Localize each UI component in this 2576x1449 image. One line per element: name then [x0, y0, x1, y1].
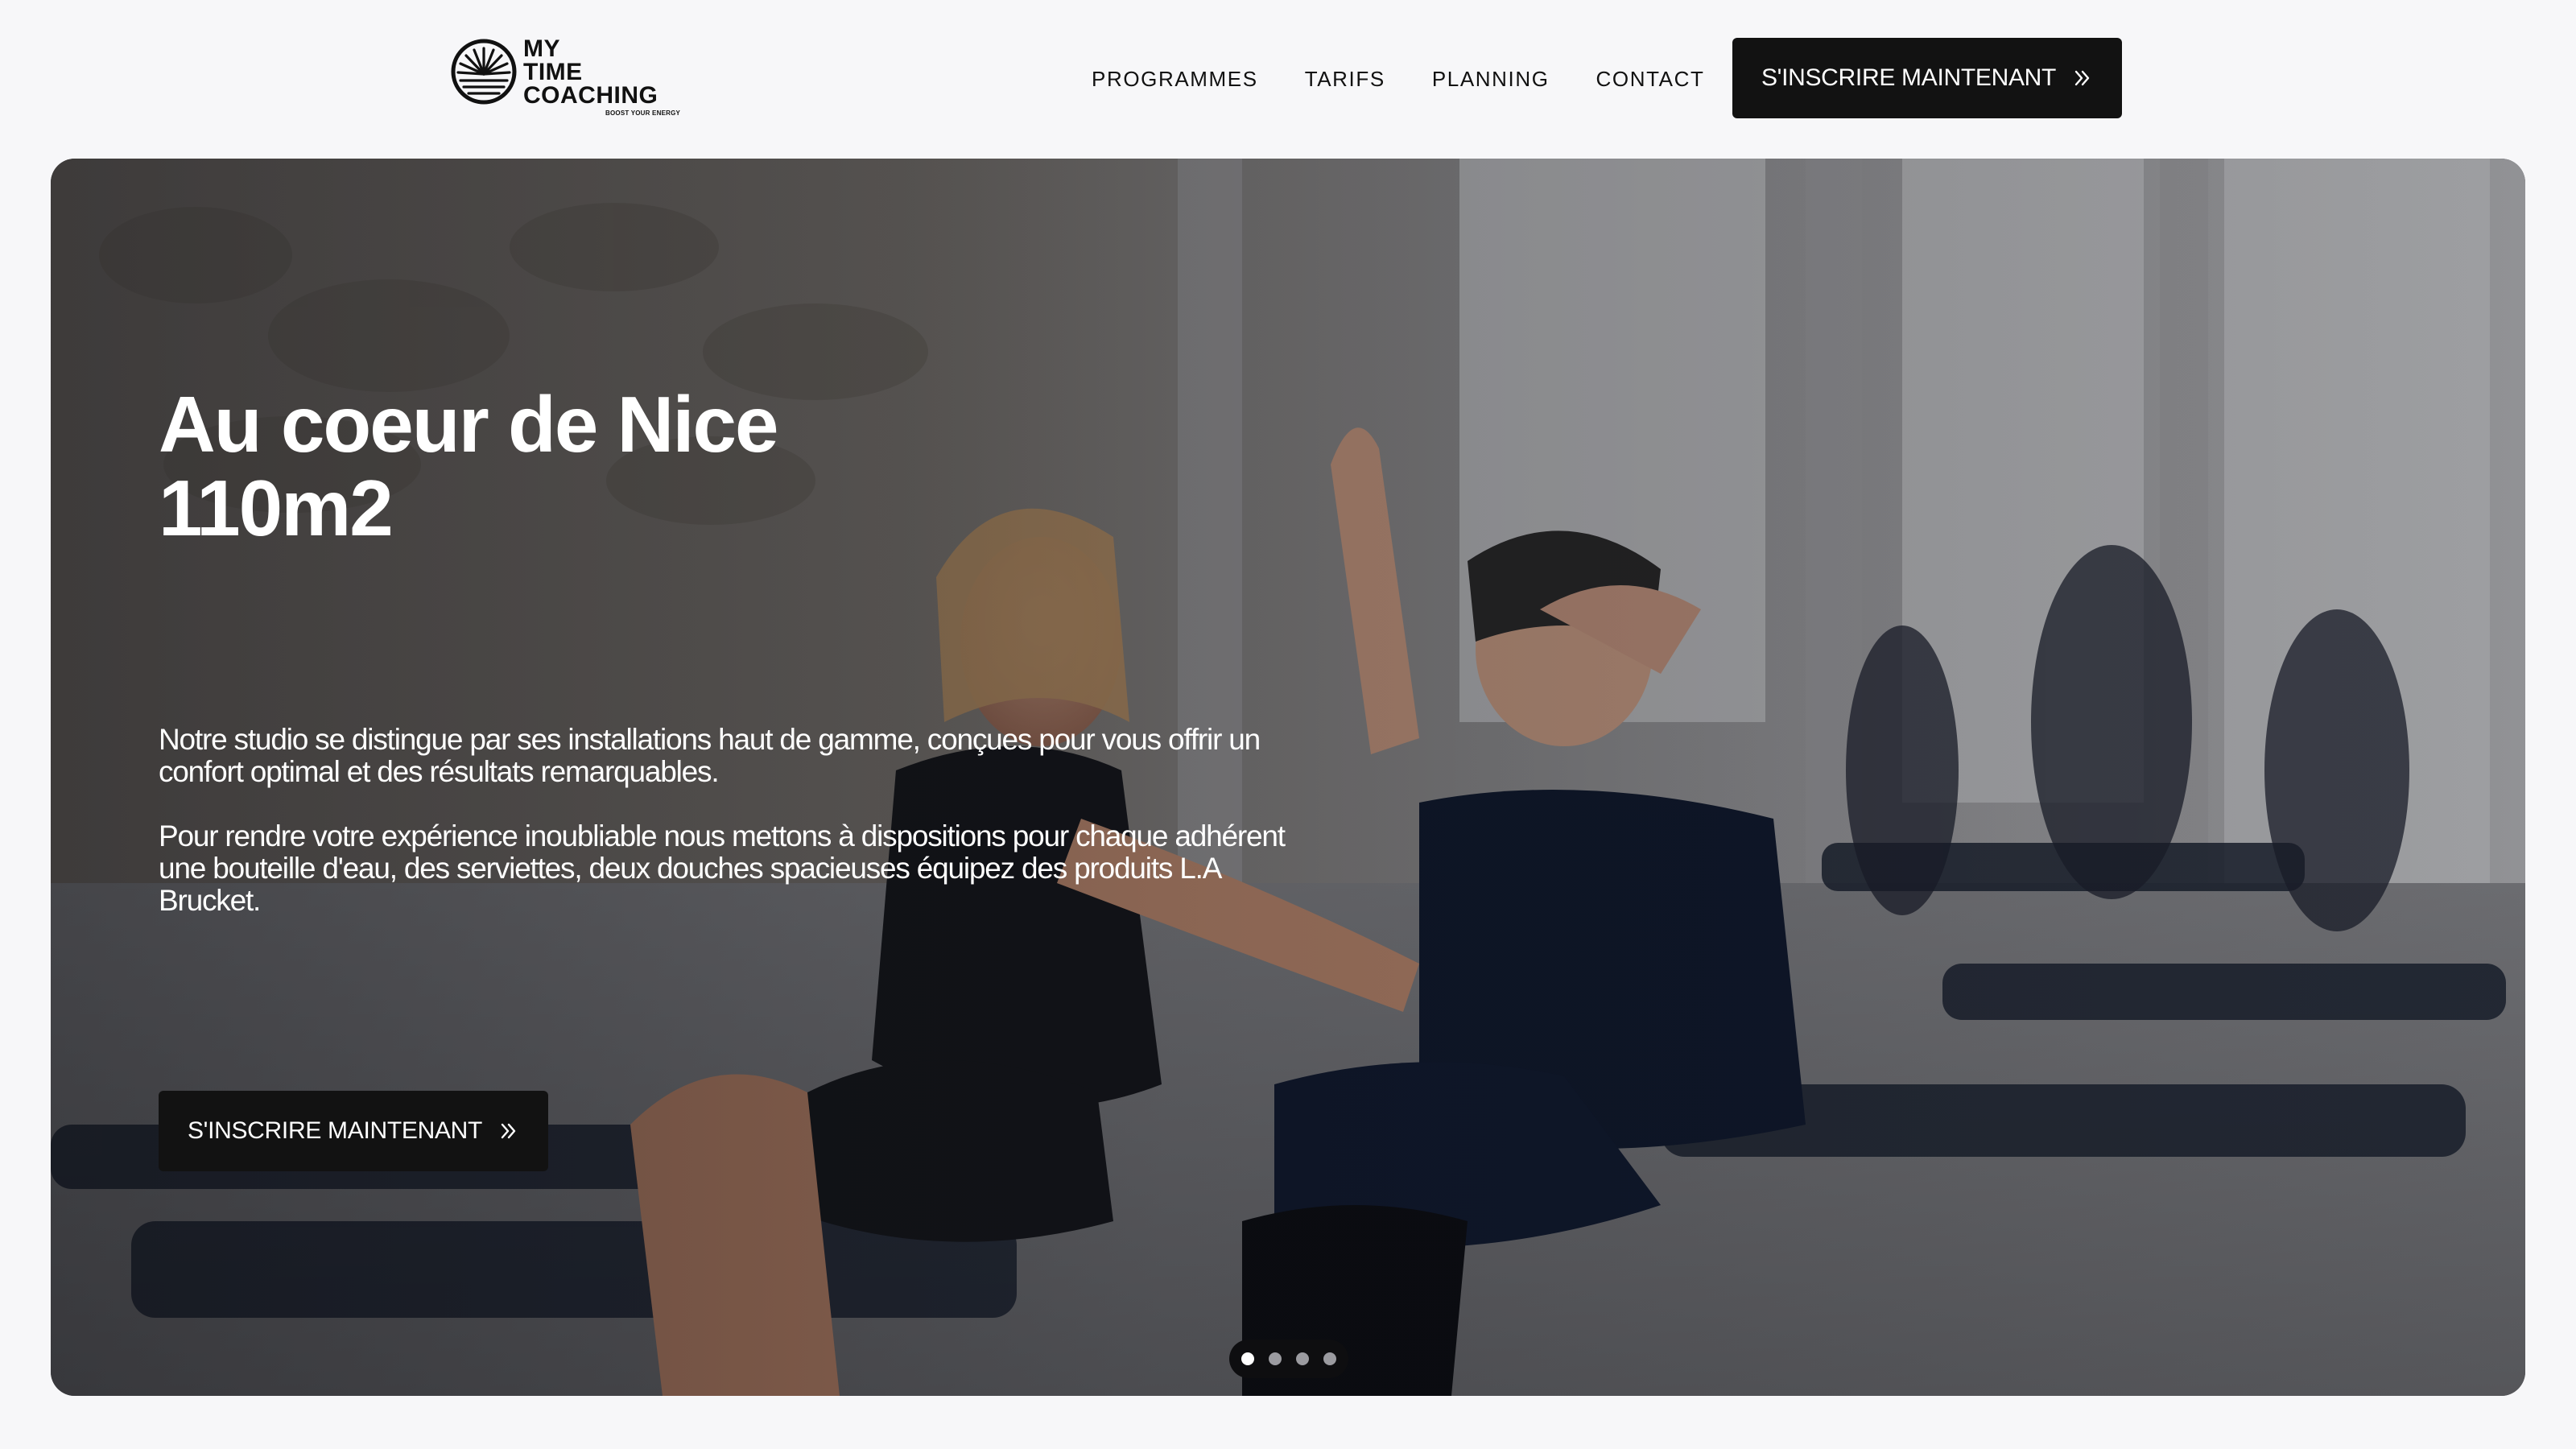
main-nav: PROGRAMMES TARIFS PLANNING CONTACT [1092, 63, 1704, 95]
slider-dot-1[interactable] [1241, 1352, 1254, 1365]
nav-item-programmes[interactable]: PROGRAMMES [1092, 67, 1258, 92]
nav-item-contact[interactable]: CONTACT [1596, 67, 1705, 92]
nav-item-tarifs[interactable]: TARIFS [1305, 67, 1385, 92]
hero-signup-button[interactable]: S'INSCRIRE MAINTENANT [159, 1091, 548, 1171]
slider-pagination [1229, 1340, 1348, 1378]
nav-item-planning[interactable]: PLANNING [1432, 67, 1550, 92]
slider-dot-4[interactable] [1323, 1352, 1336, 1365]
sun-rays-logo-icon [451, 39, 517, 105]
hero-description: Notre studio se distingue par ses instal… [159, 724, 1318, 949]
logo-tagline: BOOST YOUR ENERGY [605, 109, 681, 117]
double-chevron-right-icon [2074, 70, 2090, 86]
hero-title-line-1: Au coeur de Nice [159, 380, 779, 469]
hero-title: Au coeur de Nice 110m2 [159, 382, 1125, 550]
hero-paragraph-2: Pour rendre votre expérience inoubliable… [159, 819, 1286, 917]
hero-signup-label: S'INSCRIRE MAINTENANT [187, 1117, 483, 1144]
slider-dot-3[interactable] [1296, 1352, 1309, 1365]
header-signup-button[interactable]: S'INSCRIRE MAINTENANT [1732, 38, 2122, 118]
header-signup-label: S'INSCRIRE MAINTENANT [1761, 64, 2057, 91]
logo-word-time: TIME [523, 59, 583, 85]
hero-paragraph-1: Notre studio se distingue par ses instal… [159, 723, 1261, 788]
site-header: MY TIME COACHING BOOST YOUR ENERGY PROGR… [0, 0, 2576, 159]
hero-title-line-2: 110m2 [159, 464, 394, 552]
logo-wordmark: MY TIME COACHING [523, 35, 658, 109]
brand-logo[interactable]: MY TIME COACHING BOOST YOUR ENERGY [451, 34, 692, 124]
slider-dot-2[interactable] [1269, 1352, 1282, 1365]
double-chevron-right-icon [501, 1123, 516, 1139]
hero-slider: Au coeur de Nice 110m2 Notre studio se d… [51, 159, 2525, 1396]
logo-word-coaching: COACHING [523, 82, 658, 109]
logo-word-my: MY [523, 35, 560, 62]
